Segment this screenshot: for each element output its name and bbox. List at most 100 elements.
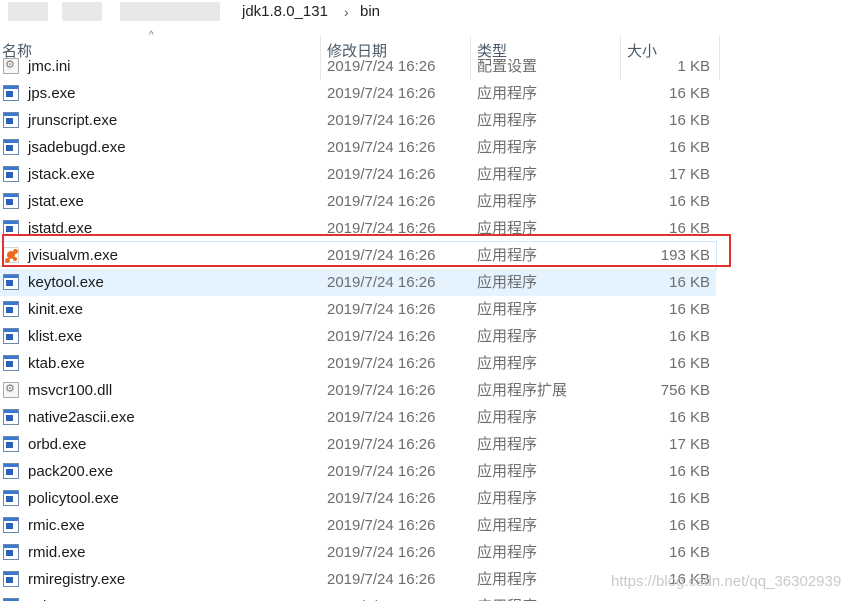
file-row[interactable]: schemagen.exe 2019/7/24 16:26 应用程序 16 KB bbox=[0, 593, 716, 601]
blurred-path-segment bbox=[62, 2, 102, 21]
file-row[interactable]: kinit.exe 2019/7/24 16:26 应用程序 16 KB bbox=[0, 296, 716, 323]
file-date: 2019/7/24 16:26 bbox=[327, 58, 436, 75]
file-name: jstack.exe bbox=[28, 166, 95, 183]
file-name: native2ascii.exe bbox=[28, 409, 135, 426]
file-size: 17 KB bbox=[669, 436, 710, 453]
address-bar[interactable]: jdk1.8.0_131 › bin bbox=[0, 0, 863, 27]
file-name: jsadebugd.exe bbox=[28, 139, 126, 156]
blurred-path-segment bbox=[120, 2, 220, 21]
file-name: schemagen.exe bbox=[28, 593, 134, 601]
file-size: 17 KB bbox=[669, 166, 710, 183]
file-date: 2019/7/24 16:26 bbox=[327, 139, 436, 156]
file-name: pack200.exe bbox=[28, 463, 114, 480]
file-date: 2019/7/24 16:26 bbox=[327, 328, 436, 345]
file-date: 2019/7/24 16:26 bbox=[327, 166, 436, 183]
file-name: jps.exe bbox=[28, 85, 76, 102]
file-row[interactable]: ktab.exe 2019/7/24 16:26 应用程序 16 KB bbox=[0, 350, 716, 377]
file-date: 2019/7/24 16:26 bbox=[327, 593, 435, 601]
file-row[interactable]: jrunscript.exe 2019/7/24 16:26 应用程序 16 KB bbox=[0, 107, 716, 134]
exe-icon bbox=[3, 436, 19, 452]
file-type: 应用程序 bbox=[477, 490, 538, 507]
file-size: 16 KB bbox=[669, 490, 710, 507]
file-size: 16 KB bbox=[669, 544, 710, 561]
exe-icon bbox=[3, 328, 19, 344]
file-type: 应用程序 bbox=[477, 355, 538, 372]
file-type: 应用程序扩展 bbox=[477, 382, 568, 399]
exe-icon bbox=[3, 139, 19, 155]
file-row[interactable]: native2ascii.exe 2019/7/24 16:26 应用程序 16 KB bbox=[0, 404, 716, 431]
breadcrumb-folder[interactable]: jdk1.8.0_131 bbox=[242, 2, 328, 22]
file-name: jstat.exe bbox=[28, 193, 84, 210]
file-date: 2019/7/24 16:26 bbox=[327, 436, 436, 453]
file-size: 16 KB bbox=[669, 139, 710, 156]
exe-icon bbox=[3, 355, 19, 371]
file-row[interactable]: rmiregistry.exe 2019/7/24 16:26 应用程序 16 KB bbox=[0, 566, 716, 593]
file-type: 应用程序 bbox=[477, 112, 538, 129]
file-type: 应用程序 bbox=[477, 436, 538, 453]
file-name: orbd.exe bbox=[28, 436, 87, 453]
file-size: 1 KB bbox=[677, 58, 710, 75]
file-type: 应用程序 bbox=[477, 166, 538, 183]
exe-icon bbox=[3, 301, 19, 317]
file-row[interactable]: jps.exe 2019/7/24 16:26 应用程序 16 KB bbox=[0, 80, 716, 107]
file-name: rmid.exe bbox=[28, 544, 86, 561]
file-date: 2019/7/24 16:26 bbox=[327, 409, 436, 426]
dll-icon bbox=[3, 382, 19, 398]
file-date: 2019/7/24 16:26 bbox=[327, 85, 436, 102]
file-row[interactable]: jsadebugd.exe 2019/7/24 16:26 应用程序 16 KB bbox=[0, 134, 716, 161]
exe-icon bbox=[3, 409, 19, 425]
file-row[interactable]: jstack.exe 2019/7/24 16:26 应用程序 17 KB bbox=[0, 161, 716, 188]
exe-icon bbox=[3, 112, 19, 128]
exe-icon bbox=[3, 571, 19, 587]
file-date: 2019/7/24 16:26 bbox=[327, 355, 436, 372]
file-type: 应用程序 bbox=[477, 301, 538, 318]
file-date: 2019/7/24 16:26 bbox=[327, 517, 436, 534]
file-date: 2019/7/24 16:26 bbox=[327, 274, 436, 291]
file-type: 应用程序 bbox=[477, 274, 538, 291]
file-size: 16 KB bbox=[669, 593, 710, 601]
file-row[interactable]: orbd.exe 2019/7/24 16:26 应用程序 17 KB bbox=[0, 431, 716, 458]
chevron-right-icon[interactable]: › bbox=[344, 2, 349, 22]
file-type: 应用程序 bbox=[477, 593, 537, 601]
file-row[interactable]: jmc.ini 2019/7/24 16:26 配置设置 1 KB bbox=[0, 56, 716, 80]
file-name: jmc.ini bbox=[28, 58, 71, 75]
exe-icon bbox=[3, 193, 19, 209]
file-name: keytool.exe bbox=[28, 274, 104, 291]
ini-file-icon bbox=[3, 58, 19, 74]
file-name: kinit.exe bbox=[28, 301, 84, 318]
file-type: 应用程序 bbox=[477, 571, 538, 588]
file-type: 应用程序 bbox=[477, 409, 538, 426]
sort-ascending-icon: ^ bbox=[149, 30, 154, 41]
file-size: 16 KB bbox=[669, 301, 710, 318]
file-list: jmc.ini 2019/7/24 16:26 配置设置 1 KB jps.exe 201… bbox=[0, 56, 863, 601]
file-name: rmic.exe bbox=[28, 517, 85, 534]
file-date: 2019/7/24 16:26 bbox=[327, 544, 436, 561]
exe-icon bbox=[3, 490, 19, 506]
file-row[interactable]: pack200.exe 2019/7/24 16:26 应用程序 16 KB bbox=[0, 458, 716, 485]
file-name: rmiregistry.exe bbox=[28, 571, 126, 588]
file-date: 2019/7/24 16:26 bbox=[327, 463, 436, 480]
file-size: 16 KB bbox=[669, 409, 710, 426]
exe-icon bbox=[3, 274, 19, 290]
file-row[interactable]: jstat.exe 2019/7/24 16:26 应用程序 16 KB bbox=[0, 188, 716, 215]
file-row[interactable]: klist.exe 2019/7/24 16:26 应用程序 16 KB bbox=[0, 323, 716, 350]
file-type: 应用程序 bbox=[477, 193, 538, 210]
file-row[interactable]: rmic.exe 2019/7/24 16:26 应用程序 16 KB bbox=[0, 512, 716, 539]
file-size: 756 KB bbox=[660, 382, 710, 399]
file-size: 16 KB bbox=[669, 463, 710, 480]
file-name: klist.exe bbox=[28, 328, 83, 345]
file-size: 16 KB bbox=[669, 328, 710, 345]
exe-icon bbox=[3, 85, 19, 101]
breadcrumb-subfolder[interactable]: bin bbox=[360, 2, 380, 22]
blurred-path-segment bbox=[8, 2, 48, 21]
file-name: policytool.exe bbox=[28, 490, 119, 507]
file-type: 应用程序 bbox=[477, 139, 538, 156]
file-row[interactable]: msvcr100.dll 2019/7/24 16:26 应用程序扩展 756 KB bbox=[0, 377, 716, 404]
exe-icon bbox=[3, 517, 19, 533]
file-date: 2019/7/24 16:26 bbox=[327, 301, 436, 318]
file-row[interactable]: keytool.exe 2019/7/24 16:26 应用程序 16 KB bbox=[0, 269, 716, 296]
file-type: 应用程序 bbox=[477, 328, 538, 345]
file-row[interactable]: rmid.exe 2019/7/24 16:26 应用程序 16 KB bbox=[0, 539, 716, 566]
file-row[interactable]: policytool.exe 2019/7/24 16:26 应用程序 16 KB bbox=[0, 485, 716, 512]
exe-icon bbox=[3, 544, 19, 560]
